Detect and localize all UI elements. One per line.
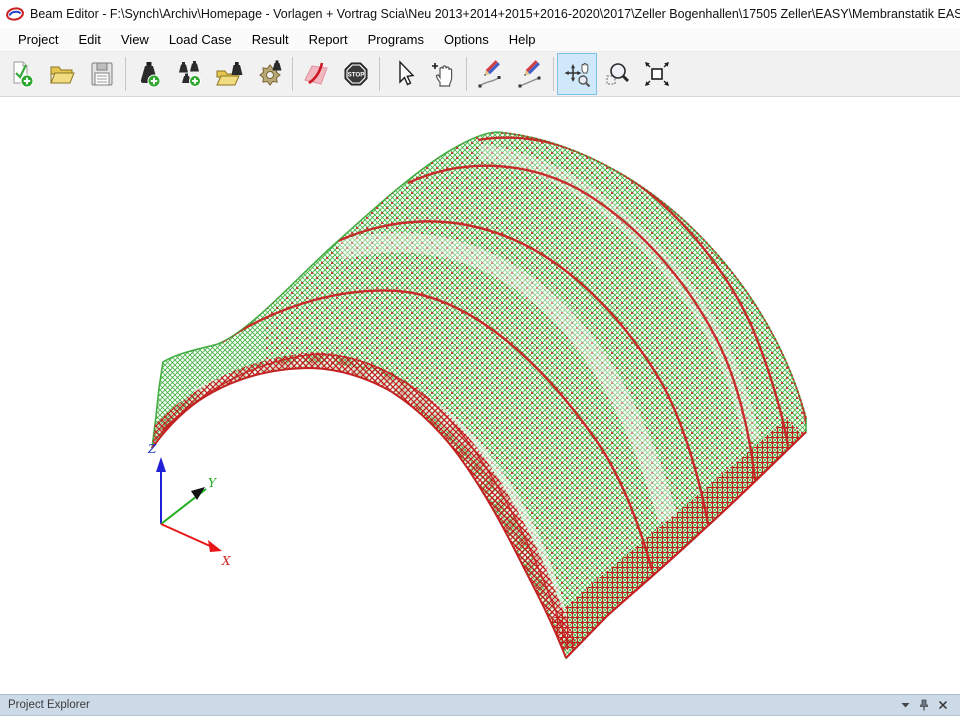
new-load-case-icon (134, 59, 164, 89)
new-load-case-button[interactable] (129, 53, 169, 95)
menu-load-case[interactable]: Load Case (159, 30, 242, 49)
zoom-window-button[interactable] (597, 53, 637, 95)
pencil-line-icon (515, 59, 545, 89)
svg-text:STOP: STOP (348, 71, 365, 78)
menu-project[interactable]: Project (8, 30, 68, 49)
toolbar-separator (553, 57, 554, 91)
open-load-case-icon (214, 59, 244, 89)
select-tool-button[interactable] (383, 53, 423, 95)
zoom-window-icon (602, 59, 632, 89)
open-folder-icon (47, 59, 77, 89)
pan-hand-icon (428, 59, 458, 89)
y-axis-label: Y (208, 476, 217, 490)
panel-content-strip (0, 716, 960, 719)
pin-icon[interactable] (919, 699, 929, 711)
stop-sign-icon: STOP (341, 59, 371, 89)
load-case-settings-button[interactable] (249, 53, 289, 95)
project-explorer-title: Project Explorer (8, 699, 901, 711)
new-project-icon (7, 59, 37, 89)
pencil-curve-icon (475, 59, 505, 89)
project-explorer-titlebar[interactable]: Project Explorer (0, 695, 960, 716)
close-icon[interactable] (938, 700, 948, 710)
panel-menu-chevron-icon[interactable] (901, 702, 910, 708)
z-axis-arrow (156, 457, 166, 472)
rotate-pan-zoom-icon (562, 59, 592, 89)
x-axis-arrow (208, 540, 222, 552)
menu-result[interactable]: Result (242, 30, 299, 49)
open-project-button[interactable] (42, 53, 82, 95)
toolbar-separator (379, 57, 380, 91)
menubar: Project Edit View Load Case Result Repor… (0, 28, 960, 52)
coordinate-axes: Z Y X (147, 442, 231, 568)
open-load-case-button[interactable] (209, 53, 249, 95)
draw-line-button[interactable] (510, 53, 550, 95)
toolbar: STOP (0, 52, 960, 97)
stop-calculation-button[interactable]: STOP (336, 53, 376, 95)
gear-icon (254, 59, 284, 89)
draw-curve-button[interactable] (470, 53, 510, 95)
easy-logo-icon (6, 7, 24, 21)
new-load-cases-button[interactable] (169, 53, 209, 95)
viewport: Z Y X (0, 97, 960, 694)
rotate-pan-zoom-button[interactable] (557, 53, 597, 95)
menu-edit[interactable]: Edit (68, 30, 110, 49)
new-project-button[interactable] (2, 53, 42, 95)
toolbar-separator (125, 57, 126, 91)
titlebar: Beam Editor - F:\Synch\Archiv\Homepage -… (0, 0, 960, 28)
membrane-calculation-button[interactable] (296, 53, 336, 95)
save-project-button[interactable] (82, 53, 122, 95)
membrane-patch-icon (301, 59, 331, 89)
menu-programs[interactable]: Programs (358, 30, 434, 49)
project-explorer-panel: Project Explorer (0, 694, 960, 720)
membrane-structure-wireframe (152, 97, 960, 694)
zoom-extents-button[interactable] (637, 53, 677, 95)
toolbar-separator (292, 57, 293, 91)
save-floppy-icon (87, 59, 117, 89)
menu-options[interactable]: Options (434, 30, 499, 49)
pan-tool-button[interactable] (423, 53, 463, 95)
zoom-extents-icon (642, 59, 672, 89)
beam-editor-window: Beam Editor - F:\Synch\Archiv\Homepage -… (0, 0, 960, 720)
window-title: Beam Editor - F:\Synch\Archiv\Homepage -… (30, 7, 960, 21)
menu-help[interactable]: Help (499, 30, 546, 49)
menu-report[interactable]: Report (299, 30, 358, 49)
z-axis-label: Z (147, 442, 157, 456)
menu-view[interactable]: View (111, 30, 159, 49)
toolbar-separator (466, 57, 467, 91)
new-load-cases-icon (174, 59, 204, 89)
cursor-arrow-icon (388, 59, 418, 89)
3d-viewport[interactable]: Z Y X (0, 97, 960, 694)
x-axis-label: X (221, 554, 231, 568)
